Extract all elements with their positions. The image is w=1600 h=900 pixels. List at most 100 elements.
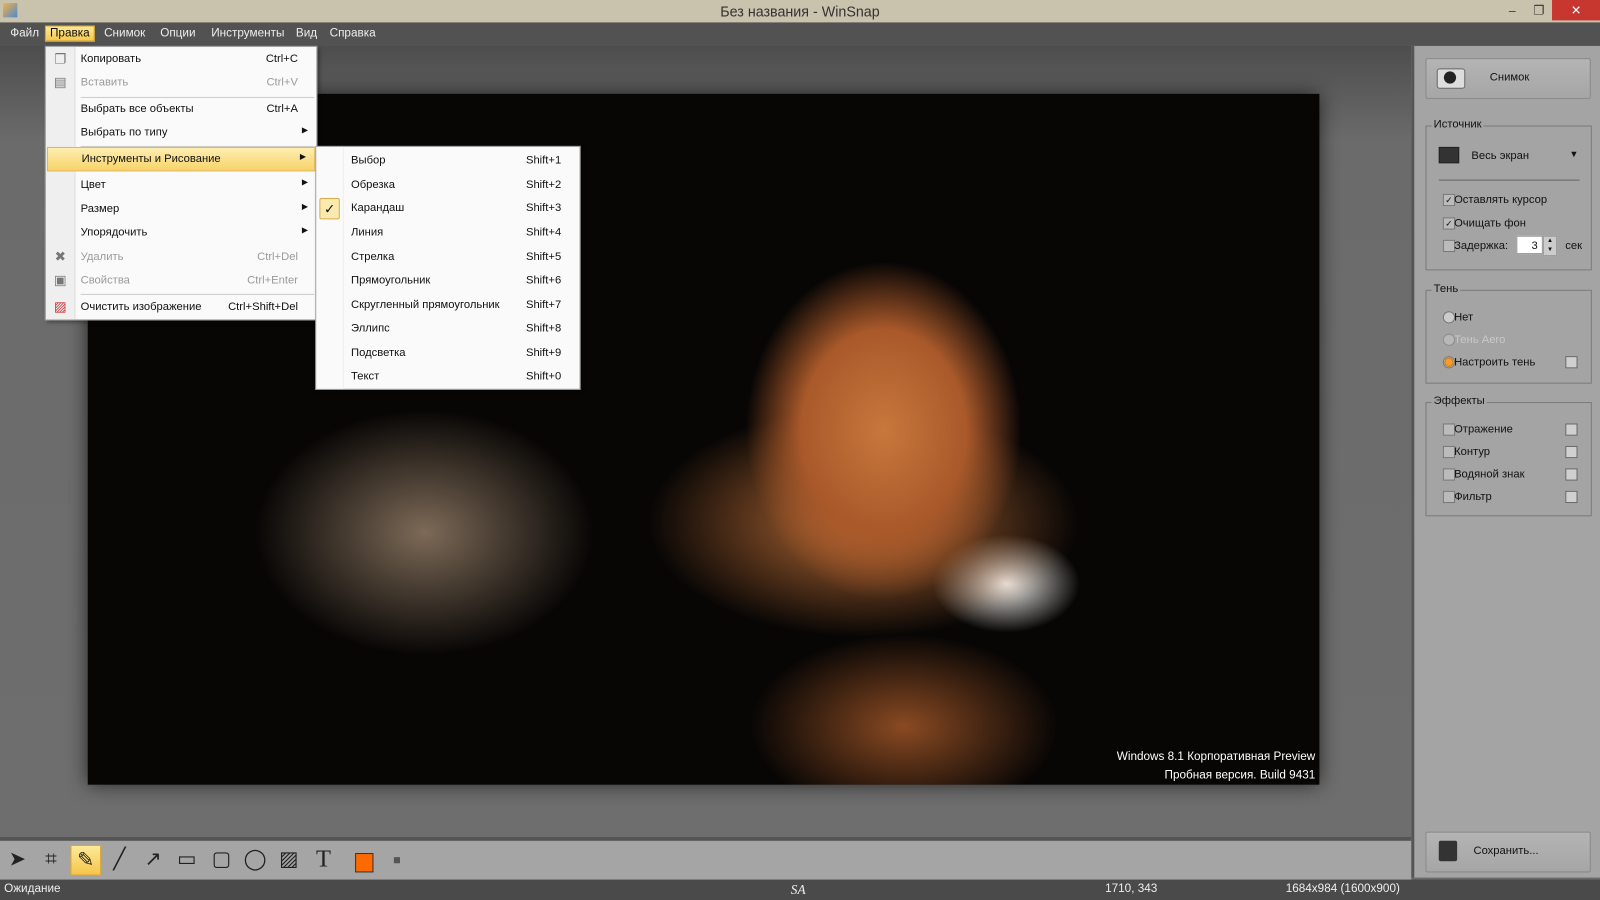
item-shortcut: Shift+1: [525, 154, 562, 167]
menu-bar: Файл Правка Снимок Опции Инструменты Вид…: [0, 22, 1600, 46]
source-dropdown[interactable]: Весь экран: [1471, 150, 1529, 162]
watermark-line: Windows 8.1 Корпоративная Preview: [1116, 751, 1316, 764]
item-shortcut: Ctrl+A: [266, 103, 298, 116]
menu-item-delete[interactable]: ✖ Удалить Ctrl+Del: [46, 246, 316, 268]
item-label: Выбрать по типу: [80, 126, 168, 139]
snap-button[interactable]: Снимок: [1425, 58, 1591, 99]
monitor-icon: [1438, 146, 1460, 164]
title-bar: Без названия - WinSnap – ❐ ✕: [0, 0, 1600, 23]
size-picker-button[interactable]: [393, 857, 400, 864]
checkbox-label: Фильтр: [1454, 490, 1492, 504]
menu-item-highlight[interactable]: Подсветка Shift+9: [316, 342, 579, 364]
text-tool-icon[interactable]: T: [309, 845, 338, 874]
item-label: Линия: [351, 226, 384, 239]
menu-item-arrow[interactable]: Стрелка Shift+5: [316, 246, 579, 268]
item-shortcut: Shift+2: [525, 178, 562, 191]
group-title: Тень: [1431, 282, 1461, 295]
item-shortcut: Shift+5: [525, 251, 562, 264]
submenu-arrow-icon: ▶: [301, 202, 309, 212]
menu-item-ellipse[interactable]: Эллипс Shift+8: [316, 317, 579, 339]
item-shortcut: Shift+6: [525, 274, 562, 287]
menu-file[interactable]: Файл: [6, 27, 43, 41]
delay-input[interactable]: 3: [1516, 235, 1543, 255]
menu-item-arrange[interactable]: Упорядочить ▶: [46, 221, 316, 243]
item-label: Прямоугольник: [351, 274, 431, 287]
group-title: Источник: [1431, 118, 1484, 131]
menu-item-tools-drawing[interactable]: Инструменты и Рисование ▶: [46, 146, 316, 172]
menu-item-select-by-type[interactable]: Выбрать по типу ▶: [46, 121, 316, 143]
menu-item-text[interactable]: Текст Shift+0: [316, 365, 579, 387]
submenu-arrow-icon: ▶: [301, 177, 309, 187]
color-picker-button[interactable]: [355, 853, 374, 873]
menu-item-color[interactable]: Цвет ▶: [46, 173, 316, 195]
menu-item-size[interactable]: Размер ▶: [46, 198, 316, 220]
menu-options[interactable]: Опции: [156, 27, 199, 41]
checkbox-label: Отражение: [1454, 423, 1513, 436]
menu-item-select[interactable]: Выбор Shift+1: [316, 149, 579, 171]
item-label: Эллипс: [351, 322, 390, 335]
highlight-tool-icon[interactable]: ▨: [274, 845, 303, 874]
radio-label: Нет: [1454, 311, 1474, 324]
status-logo: SA: [790, 881, 806, 897]
arrow-tool-icon[interactable]: ↗: [139, 845, 168, 874]
submenu-arrow-icon: ▶: [301, 225, 309, 235]
menu-item-properties[interactable]: ▣ Свойства Ctrl+Enter: [46, 269, 316, 291]
checkmark-icon: ✓: [319, 197, 340, 220]
item-label: Свойства: [80, 274, 130, 287]
select-tool-icon[interactable]: ➤: [3, 845, 32, 874]
capture-panel: Снимок Источник Весь экран ▼ ✓ Оставлять …: [1411, 45, 1600, 878]
item-label: Выбор: [351, 154, 386, 167]
minimize-button[interactable]: –: [1498, 0, 1527, 20]
shadow-group: Тень Нет Тень Aero Настроить тень: [1425, 282, 1592, 384]
item-label: Обрезка: [351, 178, 395, 191]
menu-tools[interactable]: Инструменты: [207, 27, 288, 41]
watermark-line: Пробная версия. Build 9431: [1164, 769, 1316, 782]
menu-item-rounded-rectangle[interactable]: Скругленный прямоугольник Shift+7: [316, 294, 579, 316]
item-label: Выбрать все объекты: [80, 103, 194, 116]
outline-settings-button[interactable]: [1565, 445, 1578, 459]
delay-spinner[interactable]: ▲ ▼: [1542, 235, 1558, 257]
save-label: Сохранить...: [1473, 844, 1539, 858]
shadow-settings-button[interactable]: [1565, 356, 1578, 369]
checkbox-label: Контур: [1454, 445, 1491, 459]
rounded-rectangle-tool-icon[interactable]: ▢: [207, 845, 236, 874]
pencil-tool-icon[interactable]: ✎: [70, 844, 102, 876]
item-shortcut: Shift+0: [525, 370, 562, 383]
menu-item-pencil[interactable]: ✓ Карандаш Shift+3: [316, 197, 579, 220]
menu-item-rectangle[interactable]: Прямоугольник Shift+6: [316, 269, 579, 291]
save-button[interactable]: Сохранить...: [1425, 831, 1591, 873]
menu-snapshot[interactable]: Снимок: [100, 27, 149, 41]
source-group: Источник Весь экран ▼ ✓ Оставлять курсор …: [1425, 118, 1592, 271]
menu-item-crop[interactable]: Обрезка Shift+2: [316, 173, 579, 195]
menu-item-paste[interactable]: ▤ Вставить Ctrl+V: [46, 71, 316, 93]
chevron-down-icon[interactable]: ▼: [1569, 149, 1578, 159]
rectangle-tool-icon[interactable]: ▭: [172, 845, 201, 874]
item-shortcut: Shift+4: [525, 226, 562, 239]
floppy-icon: [1438, 840, 1458, 862]
close-button[interactable]: ✕: [1552, 0, 1600, 21]
camera-icon: [1436, 68, 1466, 89]
menu-item-copy[interactable]: ❐ Копировать Ctrl+C: [46, 48, 316, 70]
watermark-settings-button[interactable]: [1565, 468, 1578, 481]
item-shortcut: Ctrl+V: [266, 76, 298, 89]
ellipse-tool-icon[interactable]: ◯: [241, 845, 270, 874]
menu-edit[interactable]: Правка: [44, 25, 95, 42]
menu-item-select-all[interactable]: Выбрать все объекты Ctrl+A: [46, 98, 316, 120]
item-shortcut: Ctrl+Del: [257, 251, 298, 264]
item-shortcut: Shift+9: [525, 346, 562, 360]
checkbox-label: Оставлять курсор: [1454, 193, 1548, 207]
clear-image-icon: ▨: [53, 298, 67, 315]
radio-label: Настроить тень: [1454, 356, 1536, 369]
item-shortcut: Shift+7: [525, 298, 562, 312]
reflection-settings-button[interactable]: [1565, 423, 1578, 436]
line-tool-icon[interactable]: ╱: [105, 845, 134, 874]
crop-tool-icon[interactable]: ⌗: [37, 845, 66, 874]
restore-button[interactable]: ❐: [1524, 0, 1553, 20]
menu-item-clear-image[interactable]: ▨ Очистить изображение Ctrl+Shift+Del: [46, 296, 316, 318]
menu-item-line[interactable]: Линия Shift+4: [316, 221, 579, 243]
menu-view[interactable]: Вид: [292, 27, 321, 41]
filter-settings-button[interactable]: [1565, 490, 1578, 504]
item-label: Текст: [351, 370, 380, 383]
menu-help[interactable]: Справка: [326, 27, 380, 41]
properties-icon: ▣: [53, 272, 67, 288]
